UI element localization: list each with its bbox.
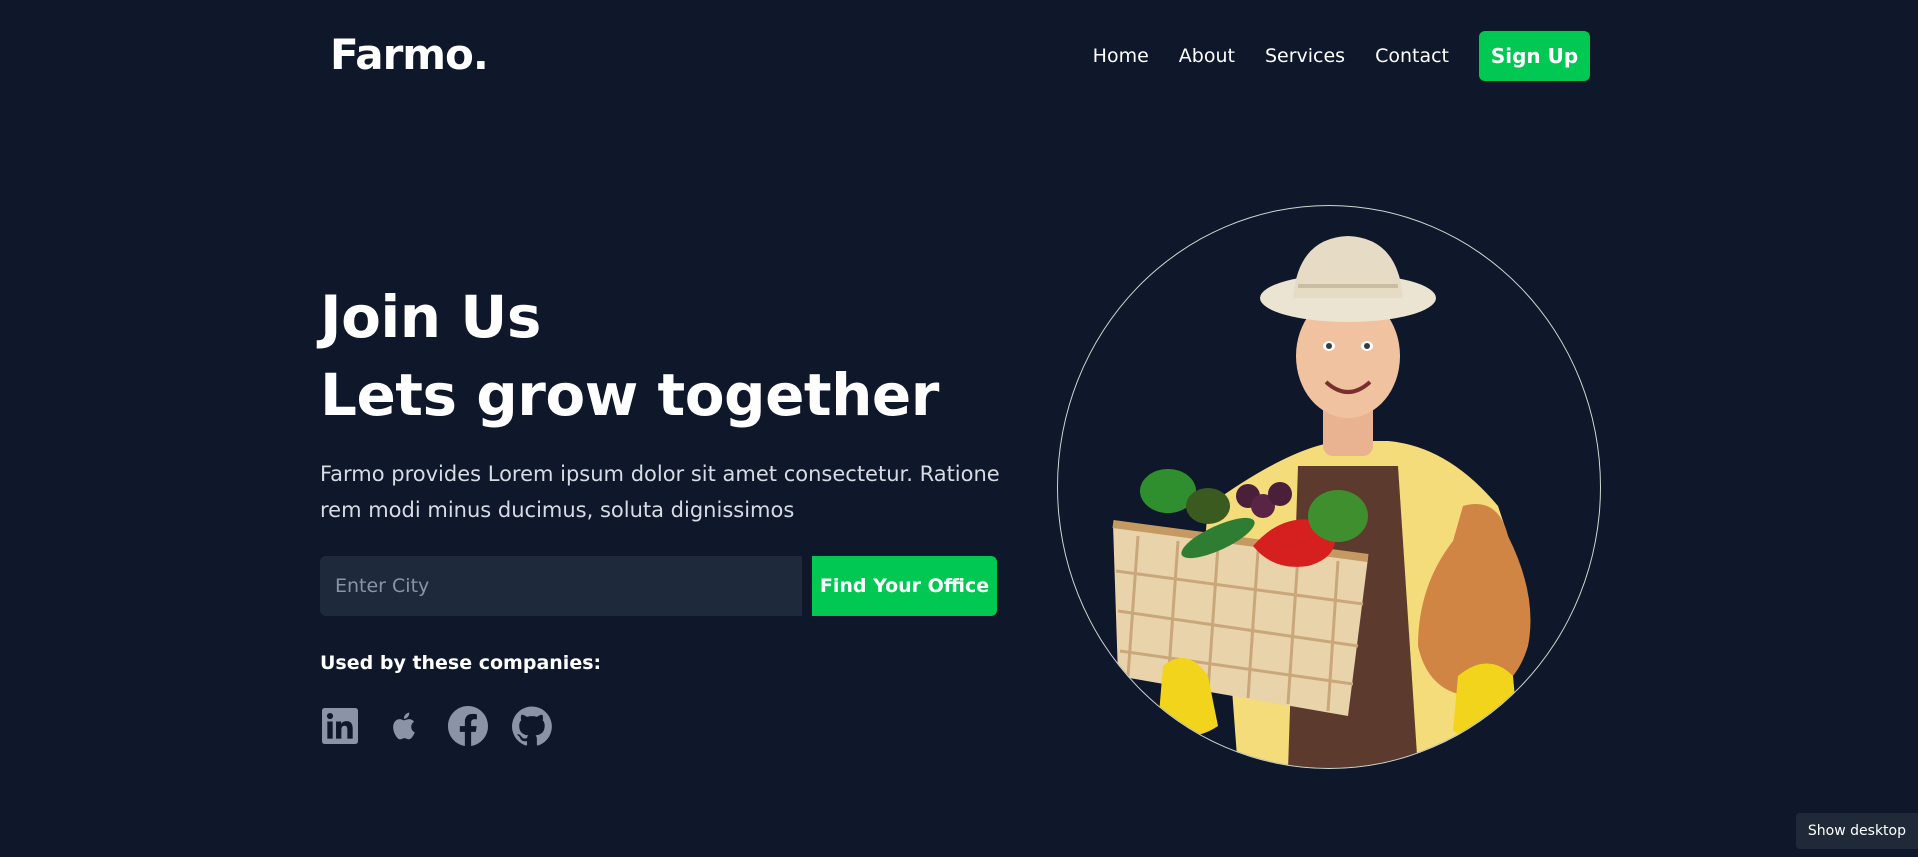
brand-logo[interactable]: Farmo. [330, 30, 489, 79]
used-by-label: Used by these companies: [320, 652, 602, 674]
show-desktop-button[interactable]: Show desktop [1795, 813, 1918, 849]
hero-description: Farmo provides Lorem ipsum dolor sit ame… [320, 462, 1000, 522]
hero-title-line1: Join Us [320, 283, 541, 351]
apple-icon [384, 706, 424, 746]
facebook-icon [448, 706, 488, 746]
farmer-illustration [1112, 236, 1531, 768]
landing-page: Farmo. Home About Services Contact Sign … [0, 0, 1918, 857]
company-logos [320, 706, 576, 746]
nav-contact-link[interactable]: Contact [1375, 45, 1449, 67]
hero-title-line2: Lets grow together [320, 361, 939, 429]
github-icon [512, 706, 552, 746]
find-office-button[interactable]: Find Your Office [812, 556, 997, 616]
nav-about-link[interactable]: About [1179, 45, 1235, 67]
nav-home-link[interactable]: Home [1093, 45, 1149, 67]
city-search-form: Find Your Office [320, 556, 997, 616]
linkedin-icon [320, 706, 360, 746]
hero-image [1057, 205, 1601, 769]
top-nav: Home About Services Contact Sign Up [1093, 31, 1590, 81]
signup-button[interactable]: Sign Up [1479, 31, 1590, 81]
city-search-input[interactable] [320, 556, 802, 616]
nav-services-link[interactable]: Services [1265, 45, 1345, 67]
hero-title: Join Us Lets grow together [320, 278, 939, 434]
